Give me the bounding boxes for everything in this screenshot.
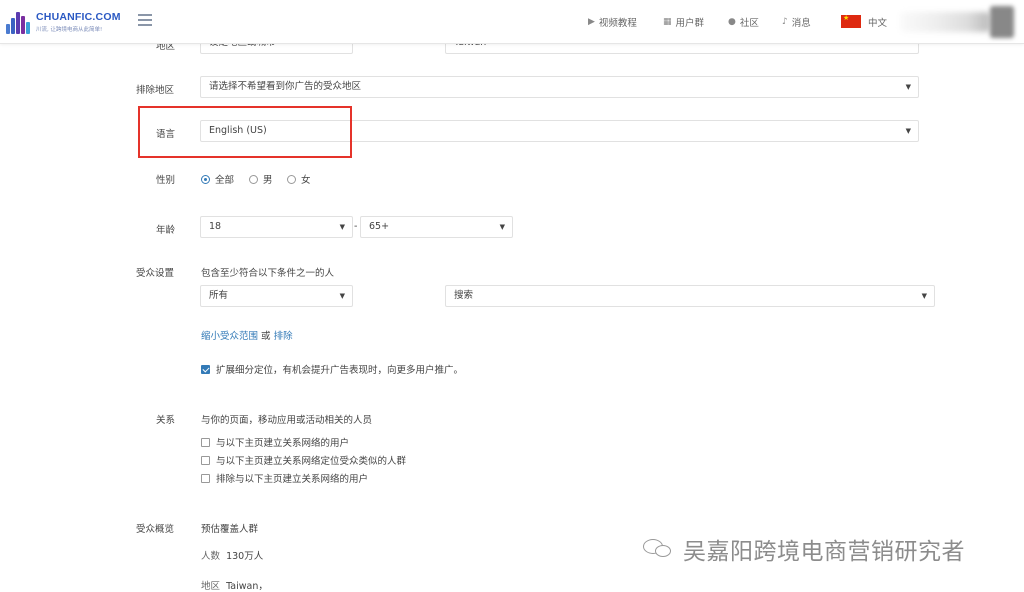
checkbox-icon — [201, 456, 210, 465]
exclude-region-label: 排除地区 — [136, 85, 175, 96]
caret-down-icon: ▼ — [339, 292, 345, 300]
audience-scope-value: 所有 — [209, 290, 229, 301]
radio-selected-icon — [201, 175, 210, 184]
language-switch[interactable]: 中文 — [868, 0, 887, 44]
age-min-select[interactable]: 18 ▼ — [200, 216, 353, 238]
or-text: 或 — [261, 331, 271, 342]
gender-option-label: 男 — [263, 175, 273, 186]
audience-search-placeholder: 搜索 — [454, 290, 474, 301]
region-value: Taiwan， — [226, 581, 268, 592]
age-max-value: 65+ — [369, 221, 390, 232]
gender-label: 性别 — [156, 175, 176, 186]
caret-down-icon: ▼ — [905, 127, 911, 135]
nav-label: 消息 — [791, 18, 811, 29]
avatar[interactable] — [990, 6, 1014, 38]
age-separator: - — [354, 221, 358, 232]
exclude-region-select[interactable]: 请选择不希望看到你广告的受众地区 ▼ — [200, 76, 919, 98]
audience-search-select[interactable]: 搜索 ▼ — [445, 285, 935, 307]
grid-icon: ▦ — [663, 17, 672, 27]
nav-label: 社区 — [739, 18, 759, 29]
narrow-exclude-links: 缩小受众范围 或 排除 — [201, 328, 293, 342]
highlight-box — [138, 106, 352, 158]
overview-label: 受众概览 — [136, 524, 175, 535]
connections-hint: 与你的页面，移动应用或活动相关的人员 — [201, 415, 373, 426]
gender-radio-all[interactable]: 全部 — [201, 172, 234, 186]
logo-slogan: 川流, 让跨境电商从此简单! — [36, 27, 103, 33]
caret-down-icon: ▼ — [499, 223, 505, 231]
caret-down-icon: ▼ — [339, 223, 345, 231]
gender-option-label: 全部 — [215, 175, 235, 186]
nav-messages[interactable]: ♪ 消息 — [782, 0, 811, 44]
person-icon: ● — [728, 17, 736, 27]
gender-radio-male[interactable]: 男 — [249, 172, 273, 186]
age-max-select[interactable]: 65+ ▼ — [360, 216, 513, 238]
exclude-link[interactable]: 排除 — [274, 331, 293, 342]
audience-form: 地区 设定地区或城市 Taiwan 排除地区 请选择不希望看到你广告的受众地区 … — [0, 32, 1024, 592]
connections-option-2[interactable]: 与以下主页建立关系网络定位受众类似的人群 — [201, 453, 406, 467]
connections-option-label: 与以下主页建立关系网络的用户 — [216, 438, 350, 449]
username-blurred[interactable] — [900, 12, 990, 32]
logo-name: CHUANFIC.COM — [36, 11, 121, 23]
connections-option-1[interactable]: 与以下主页建立关系网络的用户 — [201, 435, 349, 449]
caret-down-icon: ▼ — [905, 83, 911, 91]
logo[interactable]: CHUANFIC.COM 川流, 让跨境电商从此简单! — [6, 6, 120, 38]
gender-option-label: 女 — [301, 175, 311, 186]
exclude-region-placeholder: 请选择不希望看到你广告的受众地区 — [209, 81, 362, 92]
play-circle-icon: ▶ — [588, 17, 595, 27]
connections-label: 关系 — [156, 415, 176, 426]
gender-radio-female[interactable]: 女 — [287, 172, 311, 186]
watermark: 吴嘉阳跨境电商营销研究者 — [643, 531, 1013, 567]
bell-icon: ♪ — [782, 17, 788, 27]
china-flag-icon[interactable] — [841, 14, 861, 28]
connections-option-3[interactable]: 排除与以下主页建立关系网络的用户 — [201, 471, 368, 485]
connections-option-label: 与以下主页建立关系网络定位受众类似的人群 — [216, 456, 407, 467]
nav-video-tutorials[interactable]: ▶ 视频教程 — [588, 0, 637, 44]
people-value: 130万人 — [226, 551, 264, 562]
expand-targeting-text: 扩展细分定位，有机会提升广告表现时，向更多用户推广。 — [216, 365, 464, 376]
watermark-text: 吴嘉阳跨境电商营销研究者 — [683, 539, 965, 565]
overview-title: 预估覆盖人群 — [201, 524, 259, 535]
radio-icon — [249, 175, 258, 184]
menu-toggle-icon[interactable] — [138, 14, 152, 26]
region-label: 地区 — [201, 581, 221, 592]
caret-down-icon: ▼ — [921, 292, 927, 300]
nav-label: 用户群 — [675, 18, 705, 29]
connections-option-label: 排除与以下主页建立关系网络的用户 — [216, 474, 369, 485]
nav-label: 视频教程 — [598, 18, 637, 29]
people-label: 人数 — [201, 551, 221, 562]
audience-hint: 包含至少符合以下条件之一的人 — [201, 268, 335, 279]
audience-label: 受众设置 — [136, 268, 175, 279]
overview-people: 人数 130万人 — [201, 548, 263, 562]
nav-user-group[interactable]: ▦ 用户群 — [663, 0, 704, 44]
wechat-icon — [643, 535, 675, 563]
nav-community[interactable]: ● 社区 — [728, 0, 759, 44]
radio-icon — [287, 175, 296, 184]
logo-bars-icon — [6, 8, 32, 34]
top-navbar: CHUANFIC.COM 川流, 让跨境电商从此简单! ▶ 视频教程 ▦ 用户群… — [0, 0, 1024, 44]
checkbox-checked-icon — [201, 365, 210, 374]
checkbox-icon — [201, 438, 210, 447]
age-label: 年龄 — [156, 225, 176, 236]
expand-targeting-checkbox[interactable]: 扩展细分定位，有机会提升广告表现时，向更多用户推广。 — [201, 362, 463, 376]
audience-scope-select[interactable]: 所有 ▼ — [200, 285, 353, 307]
checkbox-icon — [201, 474, 210, 483]
narrow-audience-link[interactable]: 缩小受众范围 — [201, 331, 258, 342]
age-min-value: 18 — [209, 221, 222, 232]
